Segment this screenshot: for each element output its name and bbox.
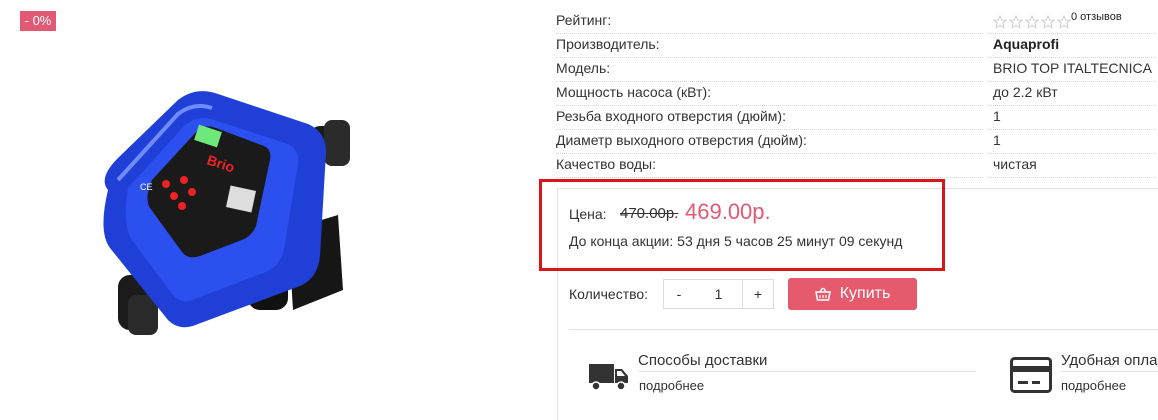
quantity-increase-button[interactable]: + — [742, 279, 774, 309]
manufacturer-link[interactable]: Aquaprofi — [993, 36, 1059, 52]
quantity-label: Количество: — [569, 286, 649, 302]
spec-value: BRIO TOP ITALTECNICA — [993, 60, 1152, 76]
delivery-title[interactable]: Способы доставки — [638, 352, 767, 369]
spec-label: Производитель: — [556, 36, 660, 52]
star-empty-icon[interactable] — [1041, 15, 1055, 29]
basket-icon — [814, 287, 831, 301]
spec-row-outlet-diameter: Диаметр выходного отверстия (дюйм): 1 — [556, 130, 1156, 154]
payment-more-link[interactable]: подробнее — [1061, 378, 1126, 393]
feature-divider — [1061, 371, 1158, 372]
star-empty-icon[interactable] — [1025, 15, 1039, 29]
spec-label: Диаметр выходного отверстия (дюйм): — [556, 132, 807, 148]
buy-button[interactable]: Купить — [788, 278, 917, 310]
star-empty-icon[interactable] — [1009, 15, 1023, 29]
spec-label: Качество воды: — [556, 156, 656, 172]
delivery-more-link[interactable]: подробнее — [639, 378, 704, 393]
quantity-decrease-button[interactable]: - — [663, 279, 695, 309]
quantity-input[interactable] — [694, 279, 743, 309]
spec-value: чистая — [993, 156, 1037, 172]
svg-text:CE: CE — [140, 182, 153, 192]
spec-row-manufacturer: Производитель: Aquaprofi — [556, 34, 1156, 58]
spec-value: 1 — [993, 132, 1001, 148]
feature-divider — [638, 371, 976, 372]
payment-title[interactable]: Удобная опла — [1061, 352, 1158, 369]
buy-button-label: Купить — [839, 285, 891, 302]
discount-badge: - 0% — [20, 11, 56, 31]
price-highlight-box — [539, 179, 945, 271]
spec-separator — [556, 177, 983, 178]
star-empty-icon[interactable] — [1057, 15, 1071, 29]
spec-separator — [988, 177, 1156, 178]
spec-label: Рейтинг: — [556, 12, 612, 28]
spec-row-model: Модель: BRIO TOP ITALTECNICA — [556, 58, 1156, 82]
spec-value: 1 — [993, 108, 1001, 124]
spec-row-inlet-thread: Резьба входного отверстия (дюйм): 1 — [556, 106, 1156, 130]
panel-divider — [569, 329, 1158, 330]
credit-card-icon — [1010, 357, 1052, 393]
spec-row-water-quality: Качество воды: чистая — [556, 154, 1156, 178]
reviews-link[interactable]: 0 отзывов — [1071, 11, 1122, 23]
spec-row-power: Мощность насоса (кВт): до 2.2 кВт — [556, 82, 1156, 106]
truck-icon — [589, 364, 628, 391]
product-image[interactable]: Brio CE — [88, 80, 368, 340]
spec-value: до 2.2 кВт — [993, 84, 1058, 100]
star-empty-icon[interactable] — [993, 15, 1007, 29]
rating-stars[interactable] — [993, 15, 1071, 29]
spec-label: Модель: — [556, 60, 611, 76]
spec-label: Резьба входного отверстия (дюйм): — [556, 108, 786, 124]
spec-label: Мощность насоса (кВт): — [556, 84, 711, 100]
